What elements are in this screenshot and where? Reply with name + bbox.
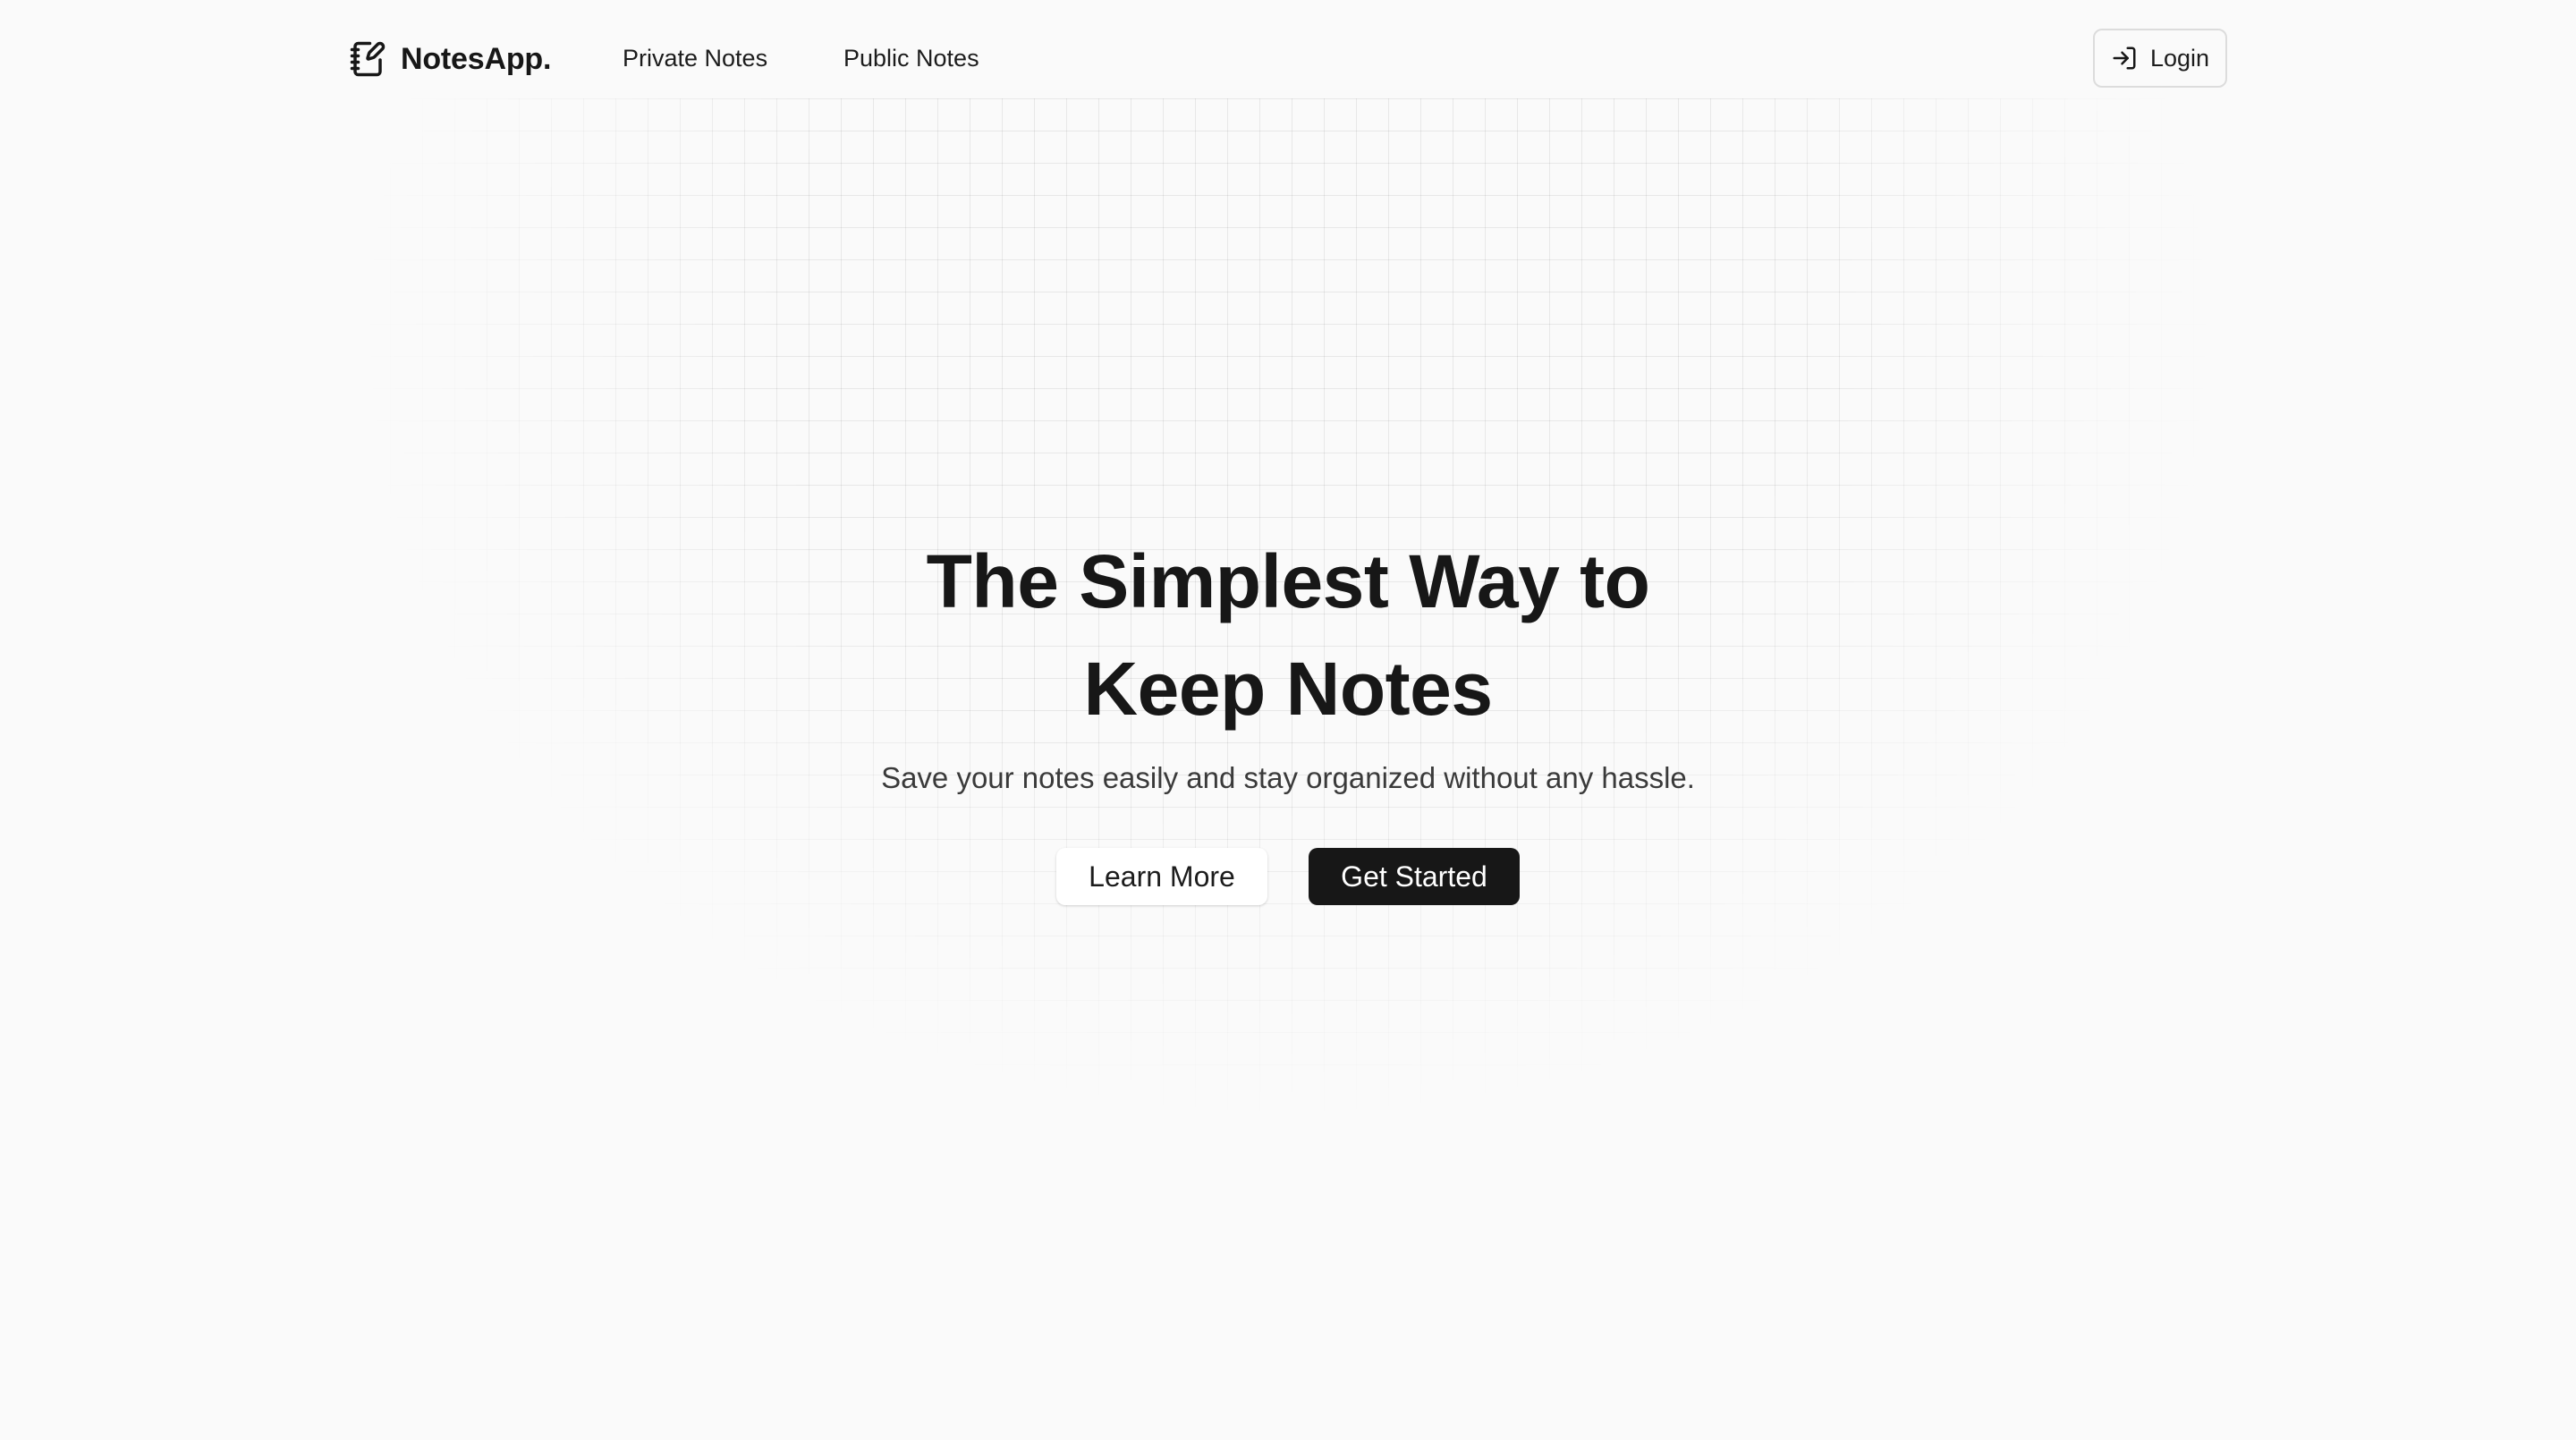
hero-title-line1: The Simplest Way to (926, 539, 1650, 623)
top-navbar: NotesApp. Private Notes Public Notes Log… (0, 0, 2576, 116)
hero-section: The Simplest Way to Keep Notes Save your… (0, 528, 2576, 905)
nav-public-notes[interactable]: Public Notes (843, 45, 979, 72)
hero-title-line2: Keep Notes (1083, 647, 1493, 731)
login-button[interactable]: Login (2093, 29, 2227, 88)
hero-title: The Simplest Way to Keep Notes (886, 528, 1690, 742)
notebook-pen-icon (350, 41, 386, 77)
brand-logo-link[interactable]: NotesApp. (349, 39, 551, 79)
landing-page: NotesApp. Private Notes Public Notes Log… (0, 0, 2576, 1440)
learn-more-button[interactable]: Learn More (1056, 848, 1267, 905)
nav-private-notes[interactable]: Private Notes (623, 45, 767, 72)
hero-actions: Learn More Get Started (0, 848, 2576, 905)
login-label: Login (2149, 44, 2210, 72)
get-started-button[interactable]: Get Started (1309, 848, 1520, 905)
hero-subtitle: Save your notes easily and stay organize… (881, 761, 1695, 794)
log-in-icon (2113, 47, 2136, 70)
brand-name: NotesApp. (401, 41, 552, 76)
